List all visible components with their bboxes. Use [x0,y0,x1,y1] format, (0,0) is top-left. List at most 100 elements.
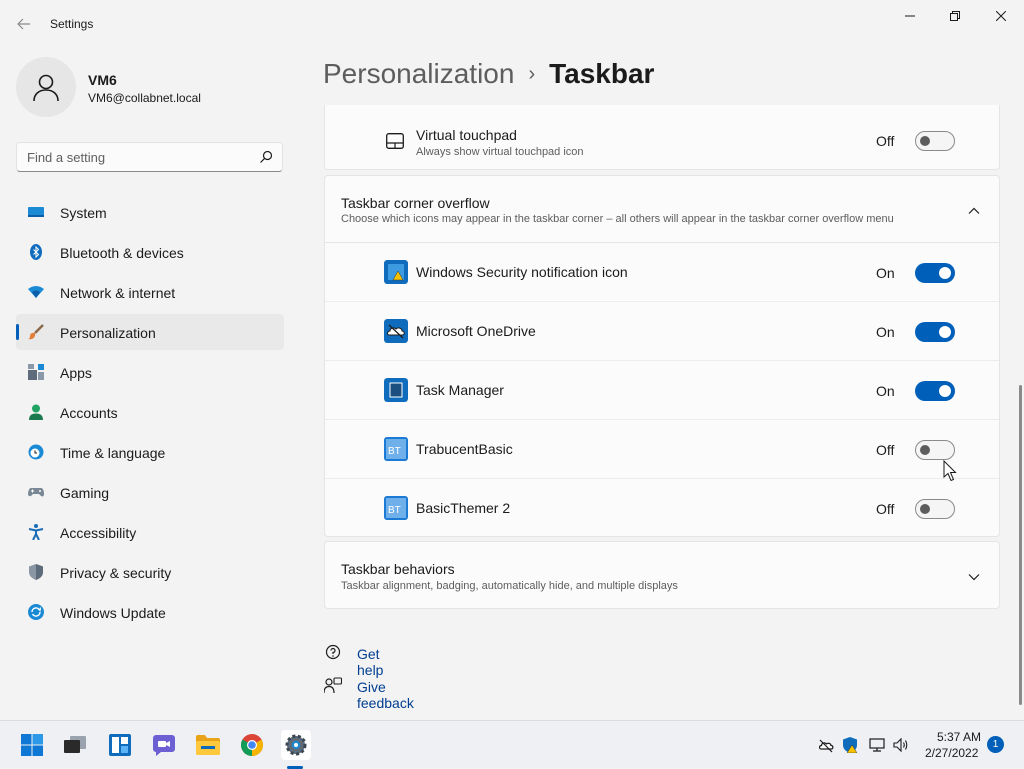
chevron-down-icon[interactable] [967,570,981,584]
toggle-state-label: Off [876,501,895,517]
get-help-link[interactable]: Get help [357,646,383,678]
sidebar-item-apps[interactable]: Apps [16,354,284,390]
app-title: Settings [50,17,94,31]
item-toggle-group: Off [876,440,955,460]
accessibility-icon [28,524,44,540]
breadcrumb-parent[interactable]: Personalization [323,58,514,89]
virtual-touchpad-toggle[interactable] [915,131,955,151]
start-button[interactable] [17,730,47,760]
task-view-icon [64,736,86,753]
settings-icon [285,734,307,756]
toggle-state-label: Off [876,133,895,149]
onedrive-tray-icon[interactable] [818,737,834,753]
search-input[interactable] [17,143,252,171]
notification-badge[interactable]: 1 [987,736,1004,753]
chat-icon [153,735,175,756]
trabucentbasic-toggle[interactable] [915,440,955,460]
sidebar-item-network[interactable]: Network & internet [16,274,284,310]
task-manager-icon [384,378,408,402]
chat-button[interactable] [149,730,179,760]
user-name: VM6 [88,72,117,88]
bluetooth-icon [30,244,42,260]
settings-button[interactable] [281,730,311,760]
sidebar-nav: System Bluetooth & devices Network & int… [16,194,284,634]
row-title: Virtual touchpad [416,127,517,143]
toggle-state-label: Off [876,442,895,458]
help-chat-icon [325,644,341,660]
clock-date[interactable]: 2/27/2022 [925,746,978,760]
taskbar-behaviors-card[interactable]: Taskbar behaviors Taskbar alignment, bad… [324,541,1000,609]
close-icon [996,11,1006,21]
back-arrow-icon [17,18,30,30]
settings-window: Settings VM6 VM6@collabnet.local System … [0,0,1024,720]
sidebar-item-system[interactable]: System [16,194,284,230]
sidebar-item-label: Accounts [60,405,118,421]
sidebar-item-time-language[interactable]: Time & language [16,434,284,470]
user-email: VM6@collabnet.local [88,91,201,105]
sidebar-item-accounts[interactable]: Accounts [16,394,284,430]
avatar[interactable] [16,57,76,117]
file-explorer-icon [196,735,220,755]
close-button[interactable] [978,0,1024,32]
sidebar-item-windows-update[interactable]: Windows Update [16,594,284,630]
bt-app-icon: BT [384,496,408,520]
sidebar-item-accessibility[interactable]: Accessibility [16,514,284,550]
sidebar-item-label: System [60,205,107,221]
sidebar-item-bluetooth[interactable]: Bluetooth & devices [16,234,284,270]
back-button[interactable] [10,10,38,38]
volume-tray-icon[interactable] [893,737,909,753]
give-feedback-link[interactable]: Give feedback [357,679,414,711]
taskbar-corner-overflow-card: Taskbar corner overflow Choose which ico… [324,175,1000,537]
onedrive-toggle[interactable] [915,322,955,342]
overflow-header[interactable]: Taskbar corner overflow Choose which ico… [325,176,999,243]
item-label: TrabucentBasic [416,441,513,457]
sidebar-item-label: Network & internet [60,285,176,301]
sidebar-item-personalization[interactable]: Personalization [16,314,284,350]
touchpad-toggle-group: Off [876,131,955,151]
windows-security-icon [384,260,408,284]
basicthemer-toggle[interactable] [915,499,955,519]
breadcrumb-separator: › [528,63,536,85]
file-explorer-button[interactable] [193,730,223,760]
gamepad-icon [28,488,44,497]
item-toggle-group: On [876,381,955,401]
update-icon [28,604,44,620]
sidebar-item-gaming[interactable]: Gaming [16,474,284,510]
windows-security-toggle[interactable] [915,263,955,283]
task-view-button[interactable] [60,730,90,760]
clock-time[interactable]: 5:37 AM [937,730,981,744]
page-title: Taskbar [549,58,655,89]
accounts-icon [29,404,43,420]
virtual-touchpad-row: Virtual touchpad Always show virtual tou… [324,105,1000,170]
item-toggle-group: On [876,263,955,283]
onedrive-icon [384,319,408,343]
section-title: Taskbar behaviors [341,561,455,577]
scrollbar[interactable] [1019,385,1022,705]
sidebar-item-label: Apps [60,365,92,381]
chrome-button[interactable] [237,730,267,760]
network-tray-icon[interactable] [869,737,885,753]
minimize-button[interactable] [887,0,933,32]
sidebar-item-privacy-security[interactable]: Privacy & security [16,554,284,590]
icon-text: BT [388,446,401,457]
icon-text: BT [388,505,401,516]
widgets-button[interactable] [105,730,135,760]
restore-button[interactable] [932,0,978,32]
clock-globe-icon [28,444,44,460]
item-label: BasicThemer 2 [416,500,511,516]
system-icon [28,207,44,217]
section-subtitle: Taskbar alignment, badging, automaticall… [341,580,678,592]
brush-icon [28,324,44,340]
item-toggle-group: Off [876,499,955,519]
chevron-up-icon[interactable] [967,204,981,218]
search-box[interactable] [16,142,283,172]
windows-security-tray-icon[interactable] [842,737,858,753]
title-bar: Settings [0,0,1024,48]
start-icon [21,734,43,756]
sidebar-item-label: Windows Update [60,605,166,621]
task-manager-toggle[interactable] [915,381,955,401]
search-icon[interactable] [258,149,274,165]
item-label: Windows Security notification icon [416,264,628,280]
overflow-item: Task Manager On [325,361,999,420]
toggle-state-label: On [876,324,895,340]
